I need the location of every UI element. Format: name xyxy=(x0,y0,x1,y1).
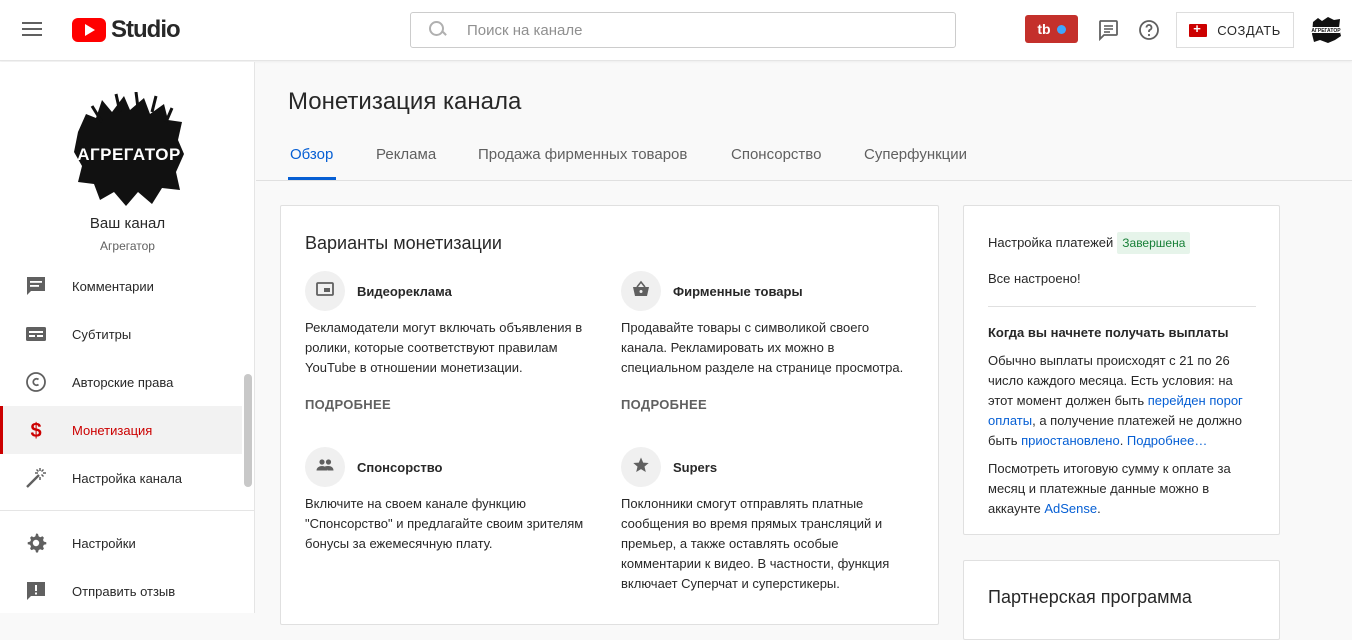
star-icon xyxy=(631,455,651,480)
sidebar-item-label: Отправить отзыв xyxy=(72,583,176,599)
payout-text: . xyxy=(1119,433,1127,448)
tubebuddy-button[interactable]: tb xyxy=(1025,15,1078,43)
magic-wand-icon xyxy=(24,466,48,490)
video-ad-icon xyxy=(315,279,335,304)
channel-logo-text: АГРЕГАТОР xyxy=(77,145,181,164)
option-title: Видеореклама xyxy=(357,284,452,299)
payments-card: Настройка платежей Завершена Все настроен… xyxy=(963,205,1280,535)
search-input[interactable] xyxy=(467,21,917,39)
learn-more-link[interactable]: ПОДРОБНЕЕ xyxy=(621,397,707,412)
sidebar: АГРЕГАТОР Ваш канал Агрегатор Комментари… xyxy=(0,62,255,613)
sidebar-item-comments[interactable]: Комментарии xyxy=(0,262,242,310)
create-button[interactable]: СОЗДАТЬ xyxy=(1176,12,1294,48)
sidebar-item-subtitles[interactable]: Субтитры xyxy=(0,310,242,358)
subtitles-icon xyxy=(24,322,48,346)
avatar-logo-text: АГРЕГАТОР xyxy=(1311,28,1341,34)
option-icon-circle xyxy=(621,447,661,487)
dollar-icon: $ xyxy=(24,418,48,442)
comment-icon xyxy=(24,274,48,298)
sidebar-item-feedback[interactable]: Отправить отзыв xyxy=(0,567,242,615)
tab-overview[interactable]: Обзор xyxy=(290,146,333,163)
logo-text: Studio xyxy=(111,16,181,43)
tubebuddy-label: tb xyxy=(1037,21,1051,37)
monetization-options-card: Варианты монетизации Видеореклама Реклам… xyxy=(280,205,939,625)
status-dot-icon xyxy=(1056,24,1066,34)
status-badge: Завершена xyxy=(1117,232,1191,254)
sidebar-item-label: Настройки xyxy=(72,535,136,551)
payout-title: Когда вы начнете получать выплаты xyxy=(988,325,1229,340)
sidebar-item-settings[interactable]: Настройки xyxy=(0,519,242,567)
payments-setup-label: Настройка платежей xyxy=(988,235,1114,250)
copyright-icon xyxy=(24,370,48,394)
summary-description: Посмотреть итоговую сумму к оплате за ме… xyxy=(988,459,1258,519)
sidebar-item-label: Авторские права xyxy=(72,374,174,390)
option-description: Поклонники смогут отправлять платные соо… xyxy=(621,496,890,591)
card-title: Варианты монетизации xyxy=(305,233,502,253)
avatar[interactable]: АГРЕГАТОР xyxy=(1310,16,1342,44)
summary-text: Посмотреть итоговую сумму к оплате за ме… xyxy=(988,461,1231,516)
youtube-studio-logo[interactable]: Studio xyxy=(72,16,181,44)
sidebar-item-monetization[interactable]: $ Монетизация xyxy=(0,406,242,454)
sidebar-item-label: Субтитры xyxy=(72,326,132,342)
option-title: Спонсорство xyxy=(357,460,443,475)
payments-setup-row: Настройка платежей Завершена xyxy=(988,232,1268,254)
hamburger-menu-icon[interactable] xyxy=(22,18,50,42)
option-title: Supers xyxy=(673,460,718,475)
people-icon xyxy=(315,455,335,480)
search-box[interactable] xyxy=(410,12,956,48)
payout-description: Обычно выплаты происходят с 21 по 26 чис… xyxy=(988,351,1258,451)
learn-more-link[interactable]: ПОДРОБНЕЕ xyxy=(305,397,391,412)
tab-supers[interactable]: Суперфункции xyxy=(864,146,967,163)
channel-avatar[interactable]: АГРЕГАТОР xyxy=(72,91,186,208)
create-video-icon xyxy=(1189,21,1208,37)
sidebar-item-label: Монетизация xyxy=(72,422,153,438)
youtube-play-icon xyxy=(72,18,106,42)
setup-done-text: Все настроено! xyxy=(988,271,1081,286)
suspended-link[interactable]: приостановлено xyxy=(1021,433,1120,448)
tab-sponsorship[interactable]: Спонсорство xyxy=(731,146,821,163)
option-description: Рекламодатели могут включать объявления … xyxy=(305,320,583,375)
sidebar-item-label: Настройка канала xyxy=(72,470,183,486)
option-description: Включите на своем канале функцию "Спонсо… xyxy=(305,496,584,551)
channel-name: Агрегатор xyxy=(100,239,155,253)
card-title: Партнерская программа xyxy=(988,587,1192,607)
active-tab-indicator xyxy=(288,177,336,180)
feedback-messages-icon[interactable] xyxy=(1096,18,1120,42)
sidebar-divider xyxy=(0,510,255,511)
summary-text: . xyxy=(1097,501,1101,516)
channel-title: Ваш канал xyxy=(89,215,166,232)
divider xyxy=(988,306,1256,307)
page-title: Монетизация канала xyxy=(288,88,522,115)
tab-ads[interactable]: Реклама xyxy=(376,146,436,163)
option-description: Продавайте товары с символикой своего ка… xyxy=(621,320,904,375)
gear-icon xyxy=(24,531,48,555)
search-icon[interactable] xyxy=(429,21,447,39)
partner-program-card: Партнерская программа xyxy=(963,560,1280,640)
tab-merchandise[interactable]: Продажа фирменных товаров xyxy=(478,146,687,163)
create-button-label: СОЗДАТЬ xyxy=(1217,22,1281,38)
svg-text:$: $ xyxy=(30,420,41,442)
help-icon[interactable] xyxy=(1137,18,1161,42)
shopping-basket-icon xyxy=(631,279,651,304)
sidebar-item-customization[interactable]: Настройка канала xyxy=(0,454,242,502)
option-icon-circle xyxy=(621,271,661,311)
sidebar-item-label: Комментарии xyxy=(72,278,154,294)
adsense-link[interactable]: AdSense xyxy=(1044,501,1097,516)
feedback-icon xyxy=(24,579,48,603)
option-icon-circle xyxy=(305,271,345,311)
option-title: Фирменные товары xyxy=(673,284,803,299)
option-icon-circle xyxy=(305,447,345,487)
sidebar-item-copyright[interactable]: Авторские права xyxy=(0,358,242,406)
top-bar: Studio tb СОЗДАТЬ АГРЕГАТОР xyxy=(0,0,1352,61)
learn-more-link[interactable]: Подробнее… xyxy=(1127,433,1207,448)
sidebar-scrollbar[interactable] xyxy=(244,374,252,487)
tab-bar: Обзор Реклама Продажа фирменных товаров … xyxy=(256,133,1352,181)
